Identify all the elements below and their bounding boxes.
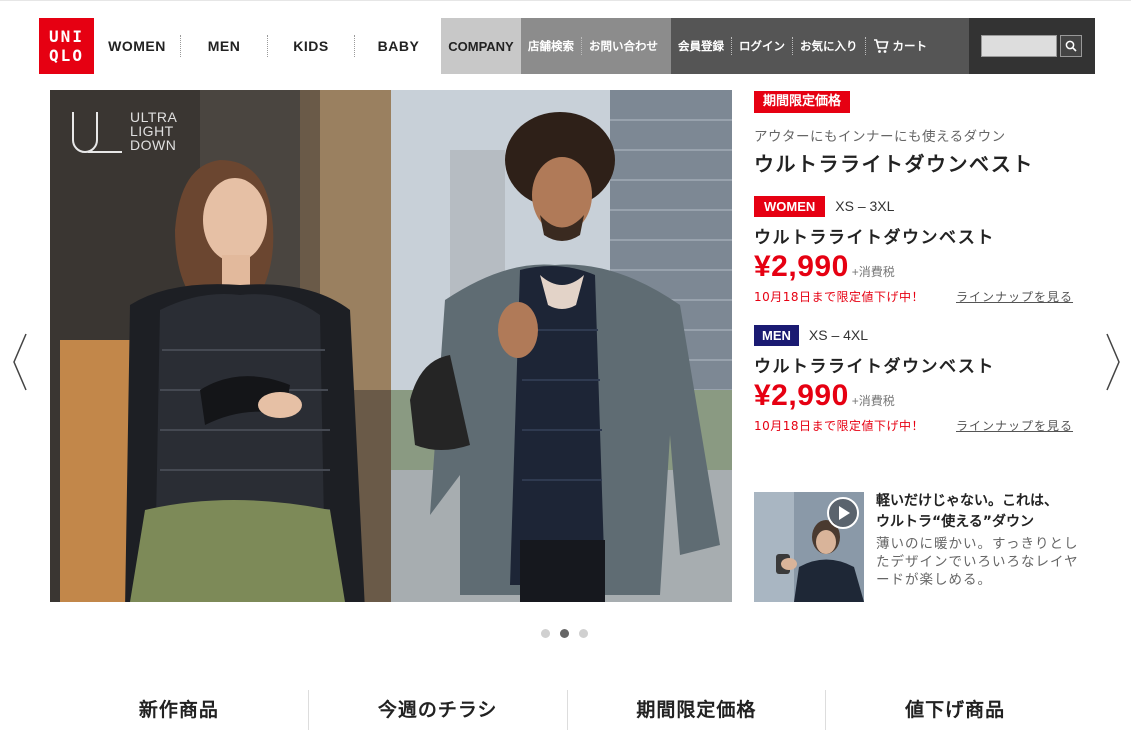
carousel-indicators [541, 629, 588, 638]
utility-nav-2: 会員登録 ログイン お気に入り カート [671, 18, 969, 74]
women-product-name[interactable]: ウルトラライトダウンベスト [754, 223, 995, 248]
limited-price-badge: 期間限定価格 [754, 91, 851, 113]
play-icon [827, 497, 859, 529]
login-link[interactable]: ログイン [732, 37, 793, 55]
men-tax-label: +消費税 [851, 394, 895, 408]
men-product: MEN XS – 4XL ウルトラライトダウンベスト ¥2,990 +消費税 10月… [754, 325, 1094, 433]
men-price-value: ¥2,990 [754, 379, 849, 412]
feature-tabs: 新作商品 今週のチラシ 期間限定価格 値下げ商品 [50, 690, 1084, 730]
women-lineup-link[interactable]: ラインナップを見る [956, 288, 1073, 305]
contact-link[interactable]: お問い合わせ [582, 37, 665, 55]
top-divider [0, 0, 1131, 1]
men-lineup-link[interactable]: ラインナップを見る [956, 417, 1073, 434]
nav-company[interactable]: COMPANY [441, 18, 521, 74]
ultra-light-down-logo: ULTRA LIGHT DOWN [70, 110, 177, 155]
carousel-next-button[interactable] [1103, 332, 1123, 392]
hero-banner[interactable]: ULTRA LIGHT DOWN [50, 90, 732, 602]
women-price: ¥2,990 +消費税 [754, 250, 895, 284]
men-sale-note: 10月18日まで限定値下げ中！ [754, 419, 925, 433]
women-sale-note: 10月18日まで限定値下げ中！ [754, 290, 925, 304]
logo-line-1: UNI [49, 26, 84, 46]
register-link[interactable]: 会員登録 [671, 37, 732, 55]
promo-panel: 期間限定価格 アウターにもインナーにも使えるダウン ウルトラライトダウンベスト … [754, 90, 1094, 433]
cart-icon [873, 38, 889, 53]
cart-label: カート [892, 39, 928, 53]
search-input[interactable] [981, 35, 1057, 57]
tab-limited-price[interactable]: 期間限定価格 [568, 690, 827, 730]
women-tax-label: +消費税 [851, 265, 895, 279]
tab-weekly-flyer[interactable]: 今週のチラシ [309, 690, 568, 730]
men-size-range: XS – 4XL [808, 327, 869, 343]
nav-kids[interactable]: KIDS [268, 35, 355, 57]
ul-logo-line-3: DOWN [130, 137, 177, 153]
carousel-prev-button[interactable] [10, 332, 30, 392]
search-icon [1065, 40, 1077, 52]
main-nav: WOMEN MEN KIDS BABY [94, 18, 442, 74]
tab-price-down[interactable]: 値下げ商品 [826, 690, 1084, 730]
women-tag: WOMEN [754, 196, 826, 217]
logo-line-2: QLO [49, 45, 84, 65]
video-description: 薄いのに暖かい。すっきりとしたデザインでいろいろなレイヤードが楽しめる。 [876, 536, 1079, 588]
ul-logo-line-2: LIGHT [130, 123, 174, 139]
video-title-line-1: 軽いだけじゃない。これは、 [876, 493, 1058, 509]
ul-mark-icon [72, 112, 122, 153]
promo-subtitle: アウターにもインナーにも使えるダウン [754, 129, 1006, 145]
search-button[interactable] [1060, 35, 1082, 57]
ul-logo-line-1: ULTRA [130, 109, 178, 125]
uniqlo-logo[interactable]: UNI QLO [39, 18, 94, 74]
carousel-dot-3[interactable] [579, 629, 588, 638]
women-product: WOMEN XS – 3XL ウルトラライトダウンベスト ¥2,990 +消費税 1… [754, 196, 1094, 304]
promo-title: ウルトラライトダウンベスト [754, 152, 1034, 176]
tab-new-arrivals[interactable]: 新作商品 [50, 690, 309, 730]
video-thumbnail[interactable] [754, 492, 864, 602]
site-header: UNI QLO WOMEN MEN KIDS BABY COMPANY 店舗検索… [39, 18, 1095, 74]
carousel-dot-2[interactable] [560, 629, 569, 638]
cart-link[interactable]: カート [866, 37, 935, 55]
men-product-name[interactable]: ウルトラライトダウンベスト [754, 352, 995, 377]
search-area [969, 18, 1095, 74]
women-price-value: ¥2,990 [754, 250, 849, 283]
nav-women[interactable]: WOMEN [94, 35, 181, 57]
video-title-line-2: ウルトラ“使える”ダウン [876, 514, 1034, 530]
store-search-link[interactable]: 店舗検索 [521, 37, 582, 55]
men-price: ¥2,990 +消費税 [754, 379, 895, 413]
chevron-right-icon [1106, 333, 1120, 391]
utility-nav-1: 店舗検索 お問い合わせ [521, 18, 671, 74]
women-size-range: XS – 3XL [835, 198, 895, 214]
favorites-link[interactable]: お気に入り [793, 37, 866, 55]
nav-baby[interactable]: BABY [355, 35, 442, 57]
carousel-dot-1[interactable] [541, 629, 550, 638]
chevron-left-icon [13, 333, 27, 391]
nav-men[interactable]: MEN [181, 35, 268, 57]
video-title[interactable]: 軽いだけじゃない。これは、 ウルトラ“使える”ダウン [876, 491, 1096, 533]
men-tag: MEN [754, 325, 799, 346]
hero-image [50, 90, 732, 602]
